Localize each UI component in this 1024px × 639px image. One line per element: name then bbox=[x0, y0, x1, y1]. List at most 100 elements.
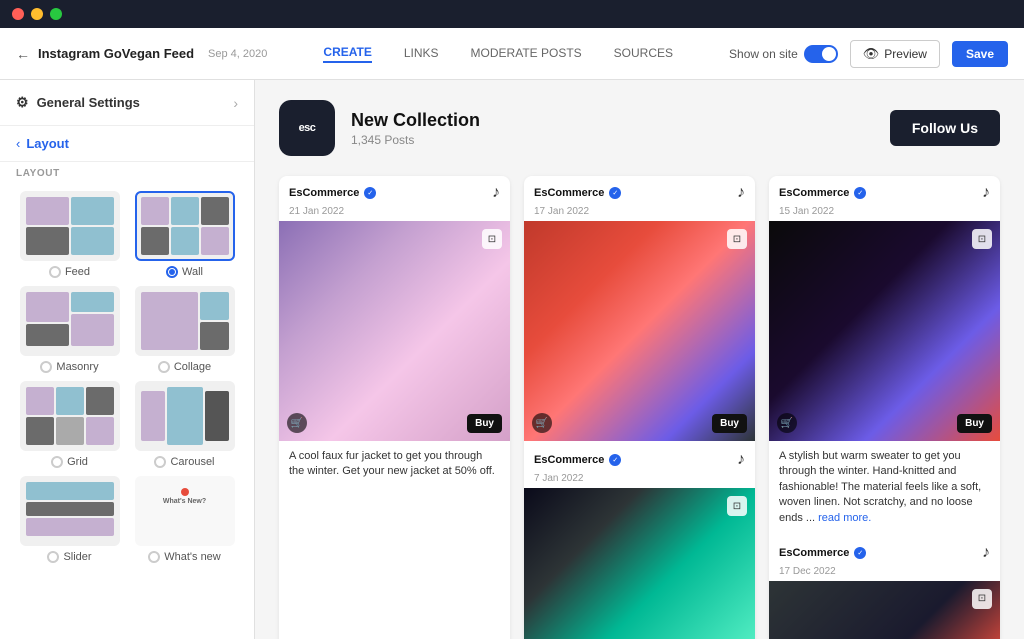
camera-icon: ⊡ bbox=[727, 496, 747, 516]
layout-name-carousel: Carousel bbox=[154, 456, 214, 468]
chevron-right-icon: › bbox=[233, 95, 238, 111]
post-card: EsCommerce ✓ ♪ 15 Jan 2022 ⊡ 🛒 Buy A sty… bbox=[769, 176, 1000, 639]
layout-section[interactable]: ‹ Layout bbox=[0, 126, 254, 162]
cart-icon: 🛒 bbox=[777, 413, 797, 433]
general-settings-label: General Settings bbox=[37, 95, 140, 110]
posts-grid: EsCommerce ✓ ♪ 21 Jan 2022 ⊡ 🛒 Buy A coo… bbox=[279, 176, 1000, 639]
post-header: EsCommerce ✓ ♪ bbox=[769, 176, 1000, 206]
post-user: EsCommerce ✓ bbox=[289, 187, 376, 199]
back-button[interactable]: ← bbox=[16, 46, 30, 62]
nav-create[interactable]: CREATE bbox=[323, 45, 371, 63]
save-button[interactable]: Save bbox=[952, 41, 1008, 67]
camera-icon: ⊡ bbox=[482, 229, 502, 249]
show-on-site-label: Show on site bbox=[729, 47, 798, 61]
buy-button[interactable]: Buy bbox=[467, 414, 502, 433]
layout-name-collage: Collage bbox=[158, 361, 211, 373]
nav-links[interactable]: LINKS bbox=[404, 46, 439, 62]
profile-name: New Collection bbox=[351, 110, 874, 131]
radio-slider bbox=[47, 551, 59, 563]
post-user: EsCommerce ✓ bbox=[534, 187, 621, 199]
toggle-knob bbox=[822, 47, 836, 61]
tiktok-icon: ♪ bbox=[982, 184, 990, 202]
layout-grid: Feed Wall bbox=[0, 183, 254, 575]
layout-item-wall[interactable]: Wall bbox=[131, 191, 238, 278]
layout-thumb-masonry bbox=[20, 286, 120, 356]
layout-name-feed: Feed bbox=[49, 266, 90, 278]
post-username: EsCommerce bbox=[534, 454, 604, 466]
radio-grid bbox=[51, 456, 63, 468]
layout-name-grid: Grid bbox=[51, 456, 88, 468]
radio-wall bbox=[166, 266, 178, 278]
tiktok-icon: ♪ bbox=[982, 544, 990, 562]
layout-item-carousel[interactable]: Carousel bbox=[131, 381, 238, 468]
post-user: EsCommerce ✓ bbox=[534, 454, 621, 466]
post-image-2: ⊡ bbox=[524, 488, 755, 639]
profile-info: New Collection 1,345 Posts bbox=[351, 110, 874, 147]
radio-feed bbox=[49, 266, 61, 278]
verified-badge: ✓ bbox=[364, 187, 376, 199]
post-image: ⊡ 🛒 Buy bbox=[524, 221, 755, 441]
gear-icon: ⚙ bbox=[16, 94, 29, 111]
preview-label: Preview bbox=[884, 47, 927, 61]
show-on-site-control: Show on site bbox=[729, 45, 838, 63]
layout-grid-label: LAYOUT bbox=[0, 162, 254, 183]
cart-icon: 🛒 bbox=[532, 413, 552, 433]
nav-sources[interactable]: SOURCES bbox=[614, 46, 673, 62]
verified-badge: ✓ bbox=[854, 547, 866, 559]
radio-whatsnew bbox=[148, 551, 160, 563]
nav-moderate[interactable]: MODERATE POSTS bbox=[471, 46, 582, 62]
general-settings-left: ⚙ General Settings bbox=[16, 94, 140, 111]
preview-button[interactable]: 👁 Preview bbox=[850, 40, 940, 68]
general-settings-section[interactable]: ⚙ General Settings › bbox=[0, 80, 254, 126]
layout-name-whatsnew: What's new bbox=[148, 551, 221, 563]
layout-item-collage[interactable]: Collage bbox=[131, 286, 238, 373]
post-caption: A stylish but warm sweater to get you th… bbox=[769, 441, 1000, 534]
close-button[interactable] bbox=[12, 8, 24, 20]
profile-posts: 1,345 Posts bbox=[351, 133, 874, 147]
layout-item-slider[interactable]: Slider bbox=[16, 476, 123, 563]
post-image: ⊡ 🛒 Buy bbox=[769, 221, 1000, 441]
radio-masonry bbox=[40, 361, 52, 373]
preview-panel: esc New Collection 1,345 Posts Follow Us… bbox=[255, 80, 1024, 639]
page-title: Instagram GoVegan Feed bbox=[38, 46, 194, 61]
post-caption: A cool faux fur jacket to get you throug… bbox=[279, 441, 510, 488]
maximize-button[interactable] bbox=[50, 8, 62, 20]
minimize-button[interactable] bbox=[31, 8, 43, 20]
cart-icon: 🛒 bbox=[287, 413, 307, 433]
buy-button[interactable]: Buy bbox=[712, 414, 747, 433]
post-date: 17 Jan 2022 bbox=[524, 206, 755, 221]
layout-item-masonry[interactable]: Masonry bbox=[16, 286, 123, 373]
layout-thumb-carousel bbox=[135, 381, 235, 451]
layout-thumb-slider bbox=[20, 476, 120, 546]
layout-thumb-wall bbox=[135, 191, 235, 261]
layout-item-whatsnew[interactable]: What's New? What's new bbox=[131, 476, 238, 563]
follow-button[interactable]: Follow Us bbox=[890, 110, 1000, 146]
profile-header: esc New Collection 1,345 Posts Follow Us bbox=[279, 100, 1000, 156]
post-header-2: EsCommerce ✓ ♪ bbox=[524, 441, 755, 473]
post-username: EsCommerce bbox=[779, 187, 849, 199]
post-username: EsCommerce bbox=[534, 187, 604, 199]
chevron-left-icon: ‹ bbox=[16, 136, 20, 151]
buy-button[interactable]: Buy bbox=[957, 414, 992, 433]
camera-icon: ⊡ bbox=[972, 229, 992, 249]
post-date-2: 7 Jan 2022 bbox=[524, 473, 755, 488]
header-left: ← Instagram GoVegan Feed Sep 4, 2020 bbox=[16, 46, 267, 62]
read-more-link[interactable]: read more. bbox=[818, 512, 871, 524]
layout-name-masonry: Masonry bbox=[40, 361, 98, 373]
layout-thumb-collage bbox=[135, 286, 235, 356]
layout-item-grid[interactable]: Grid bbox=[16, 381, 123, 468]
verified-badge: ✓ bbox=[609, 454, 621, 466]
layout-name-wall: Wall bbox=[166, 266, 203, 278]
post-date-3: 17 Dec 2022 bbox=[769, 566, 1000, 581]
profile-avatar: esc bbox=[279, 100, 335, 156]
camera-icon: ⊡ bbox=[727, 229, 747, 249]
sidebar: ⚙ General Settings › ‹ Layout LAYOUT bbox=[0, 80, 255, 639]
tiktok-icon: ♪ bbox=[737, 184, 745, 202]
post-card: EsCommerce ✓ ♪ 17 Jan 2022 ⊡ 🛒 Buy EsCom… bbox=[524, 176, 755, 639]
post-username: EsCommerce bbox=[289, 187, 359, 199]
layout-thumb-whatsnew: What's New? bbox=[135, 476, 235, 546]
layout-item-feed[interactable]: Feed bbox=[16, 191, 123, 278]
post-date: 21 Jan 2022 bbox=[279, 206, 510, 221]
post-user: EsCommerce ✓ bbox=[779, 547, 866, 559]
show-on-site-toggle[interactable] bbox=[804, 45, 838, 63]
